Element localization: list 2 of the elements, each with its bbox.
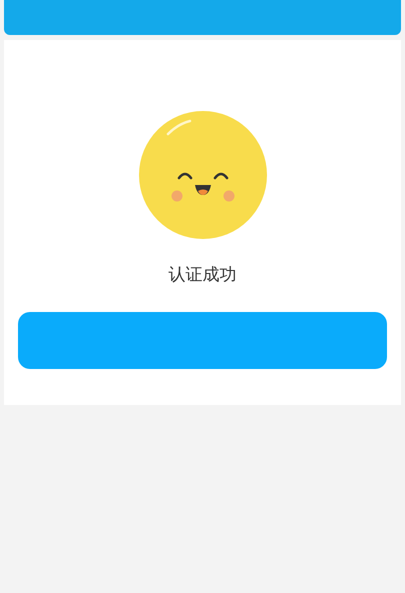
status-message: 认证成功	[168, 264, 236, 287]
confirm-button[interactable]	[18, 312, 387, 369]
